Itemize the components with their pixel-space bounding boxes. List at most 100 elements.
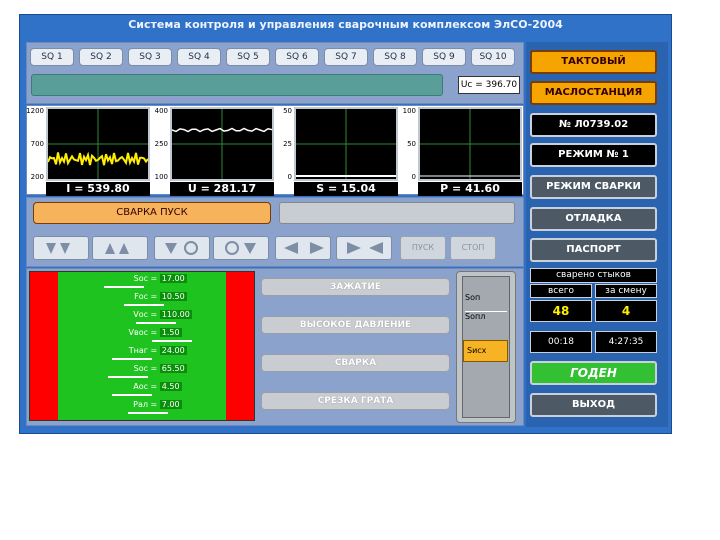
clamp-close-button[interactable] (213, 236, 269, 260)
param-value: 24.00 (159, 346, 187, 355)
scope-4-ytick: 0 (411, 173, 416, 181)
sq-button-3[interactable]: SQ 3 (128, 48, 172, 66)
operation-button-3[interactable]: СВАРКА (261, 354, 450, 372)
param-level-bar (136, 322, 176, 324)
arrows-up-icon (105, 243, 129, 254)
operation-button-2[interactable]: ВЫСОКОЕ ДАВЛЕНИЕ (261, 316, 450, 334)
param-row: Pал = 7.00 (90, 400, 210, 410)
arrows-together-icon (347, 242, 383, 254)
param-value: 65.50 (159, 364, 187, 373)
pusk-button[interactable]: ПУСК (400, 236, 446, 260)
scope-1-plot (48, 109, 148, 179)
param-value: 4.50 (159, 382, 182, 391)
status-bar (31, 74, 443, 96)
param-label: Sос (133, 364, 148, 373)
counter-title: сварено стыков (530, 268, 657, 283)
jog-up-button[interactable] (92, 236, 148, 260)
scope-3 (294, 107, 398, 181)
window-title: Система контроля и управления сварочным … (128, 18, 563, 31)
param-eq: = (148, 292, 160, 301)
gauge-label-sopl: Sопл (465, 311, 507, 321)
param-row: Aос = 4.50 (90, 382, 210, 392)
param-row: Sос = 65.50 (90, 364, 210, 374)
scope-1-ytick: 700 (30, 140, 44, 148)
sq-button-1[interactable]: SQ 1 (30, 48, 74, 66)
rezhim-field: РЕЖИМ № 1 (530, 143, 657, 167)
exit-button[interactable]: ВЫХОД (530, 393, 657, 417)
param-label: Aос (133, 382, 148, 391)
clamp-close-icon (225, 241, 256, 255)
param-row: Sос = 17.00 (90, 274, 210, 284)
scope-1 (46, 107, 150, 181)
scope-2-plot (172, 109, 272, 179)
sq-button-10[interactable]: SQ 10 (471, 48, 515, 66)
jog-left-button[interactable] (33, 236, 89, 260)
param-row: Vвос = 1.50 (90, 328, 210, 338)
scope-1-ytick: 200 (30, 173, 44, 181)
sq-button-7[interactable]: SQ 7 (324, 48, 368, 66)
param-level-bar (128, 412, 168, 414)
sq-button-8[interactable]: SQ 8 (373, 48, 417, 66)
param-label: Sос (133, 274, 148, 283)
sq-button-2[interactable]: SQ 2 (79, 48, 123, 66)
param-eq: = (148, 382, 160, 391)
arrows-down-icon (46, 243, 70, 254)
pasport-button[interactable]: ПАСПОРТ (530, 238, 657, 262)
timer-right: 4:27:35 (595, 331, 657, 353)
scope-3-ytick: 25 (283, 140, 292, 148)
scope-2-label: U = 281.17 (170, 182, 274, 196)
clamp-open-icon (165, 241, 198, 255)
scope-3-plot (296, 109, 396, 179)
godna-indicator: ГОДЕН (530, 361, 657, 385)
counter-shift-value: 4 (595, 300, 657, 322)
scope-3-label: S = 15.04 (294, 182, 398, 196)
param-level-bar (152, 340, 192, 342)
svarka-pusk-button[interactable]: СВАРКА ПУСК (33, 202, 271, 224)
scope-2-ytick: 250 (154, 140, 168, 148)
param-eq: = (148, 400, 160, 409)
param-row: Vос = 110.00 (90, 310, 210, 320)
number-field: № Л0739.02 (530, 113, 657, 137)
scope-4-label: P = 41.60 (418, 182, 522, 196)
param-value: 10.50 (159, 292, 187, 301)
scope-4-ytick: 100 (402, 107, 416, 115)
scope-2-ytick: 400 (154, 107, 168, 115)
scope-2-ytick: 100 (154, 173, 168, 181)
counter-total-label: всего (530, 284, 592, 298)
scope-1-label: I = 539.80 (46, 182, 150, 196)
param-label: Fос (134, 292, 148, 301)
param-level-bar (104, 286, 144, 288)
param-eq: = (148, 310, 160, 319)
sq-button-4[interactable]: SQ 4 (177, 48, 221, 66)
main-window: Система контроля и управления сварочным … (19, 14, 672, 434)
param-eq: = (148, 274, 160, 283)
param-label: Vос (133, 310, 148, 319)
scope-4-ytick: 50 (407, 140, 416, 148)
move-together-button[interactable] (336, 236, 392, 260)
taktovy-button[interactable]: ТАКТОВЫЙ (530, 50, 657, 74)
param-row: Tнаг = 24.00 (90, 346, 210, 356)
rezhim-svarki-button[interactable]: РЕЖИМ СВАРКИ (530, 175, 657, 199)
scope-1-ytick: 1200 (26, 107, 44, 115)
param-value: 110.00 (159, 310, 192, 319)
message-bar (279, 202, 515, 224)
uc-readout: Uc = 396.70 (458, 76, 520, 94)
sq-button-9[interactable]: SQ 9 (422, 48, 466, 66)
scope-4 (418, 107, 522, 181)
param-eq: = (148, 346, 160, 355)
param-eq: = (148, 364, 160, 373)
move-apart-button[interactable] (275, 236, 331, 260)
otladka-button[interactable]: ОТЛАДКА (530, 207, 657, 231)
stop-button[interactable]: СТОП (450, 236, 496, 260)
param-value: 1.50 (159, 328, 182, 337)
limit-bar-right (226, 272, 254, 420)
sq-button-5[interactable]: SQ 5 (226, 48, 270, 66)
counter-shift-label: за смену (595, 284, 657, 298)
sq-button-6[interactable]: SQ 6 (275, 48, 319, 66)
scope-4-plot (420, 109, 520, 179)
clamp-open-button[interactable] (154, 236, 210, 260)
counter-total-value: 48 (530, 300, 592, 322)
operation-button-4[interactable]: СРЕЗКА ГРАТА (261, 392, 450, 410)
maslostantsiya-button[interactable]: МАСЛОСТАНЦИЯ (530, 81, 657, 105)
operation-button-1[interactable]: ЗАЖАТИЕ (261, 278, 450, 296)
